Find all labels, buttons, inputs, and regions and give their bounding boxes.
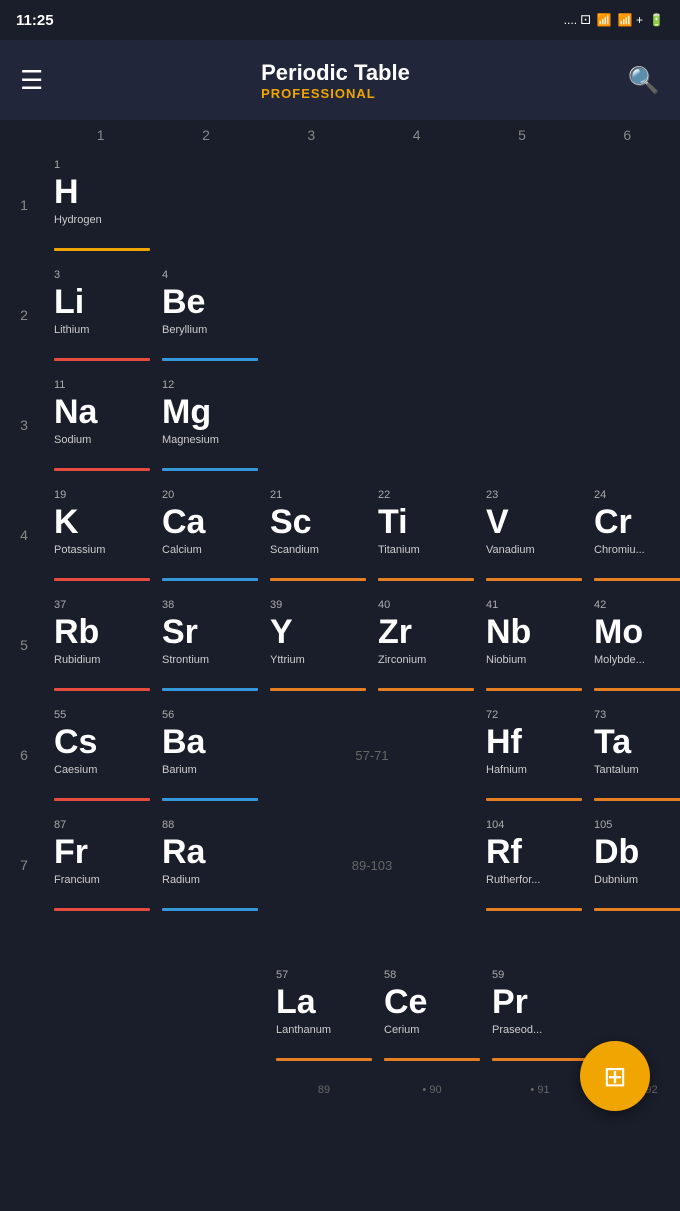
element-Na[interactable]: 11 Na Sodium	[48, 375, 156, 475]
element-Ca[interactable]: 20 Ca Calcium	[156, 485, 264, 585]
grid-icon: ⊞	[603, 1060, 626, 1093]
element-Ra[interactable]: 88 Ra Radium	[156, 815, 264, 915]
element-Hf[interactable]: 72 Hf Hafnium	[480, 705, 588, 805]
app-title: Periodic Table	[261, 60, 410, 86]
element-Nb[interactable]: 41 Nb Niobium	[480, 595, 588, 695]
fab-grid-button[interactable]: ⊞	[580, 1041, 650, 1111]
col-header-6: 6	[575, 127, 680, 143]
element-Rf[interactable]: 104 Rf Rutherfor...	[480, 815, 588, 915]
element-Ti[interactable]: 22 Ti Titanium	[372, 485, 480, 585]
element-Fr[interactable]: 87 Fr Francium	[48, 815, 156, 915]
element-Cr[interactable]: 24 Cr Chromiu...	[588, 485, 680, 585]
periodic-table-area: 1 2 3 4 5 6 1 1 H Hydrogen 2 3 Li Lithiu…	[0, 120, 680, 1211]
ac-col-91: • 91	[486, 1084, 594, 1096]
element-La[interactable]: 57 La Lanthanum	[270, 965, 378, 1065]
hamburger-icon[interactable]: ☰	[20, 65, 43, 96]
status-bar: 11:25 .... ⚀ 📶 📶 + 🔋	[0, 0, 680, 40]
element-Pr[interactable]: 59 Pr Praseod...	[486, 965, 594, 1065]
element-Y[interactable]: 39 Y Yttrium	[264, 595, 372, 695]
ac-col-89: 89	[270, 1084, 378, 1096]
element-Mg[interactable]: 12 Mg Magnesium	[156, 375, 264, 475]
period-row-5: 5 37 Rb Rubidium 38 Sr Strontium 39 Y Yt…	[0, 590, 680, 700]
col-header-5: 5	[469, 127, 574, 143]
lanthanide-gap-row6[interactable]: 57-71	[264, 705, 480, 805]
actinide-gap-row7[interactable]: 89-103	[264, 815, 480, 915]
spacer	[0, 920, 680, 950]
element-Cs[interactable]: 55 Cs Caesium	[48, 705, 156, 805]
status-icons: .... ⚀ 📶 📶 + 🔋	[564, 13, 664, 27]
col-header-3: 3	[259, 127, 364, 143]
element-Ba[interactable]: 56 Ba Barium	[156, 705, 264, 805]
app-subtitle: PROFESSIONAL	[261, 86, 376, 101]
element-Li[interactable]: 3 Li Lithium	[48, 265, 156, 365]
element-Sr[interactable]: 38 Sr Strontium	[156, 595, 264, 695]
period-row-4: 4 19 K Potassium 20 Ca Calcium 21 Sc Sca…	[0, 480, 680, 590]
period-label-3: 3	[0, 417, 48, 433]
period-row-2: 2 3 Li Lithium 4 Be Beryllium	[0, 260, 680, 370]
element-Ta[interactable]: 73 Ta Tantalum	[588, 705, 680, 805]
lanthanide-row: 57 La Lanthanum 58 Ce Cerium 59 Pr Prase…	[0, 960, 680, 1070]
app-title-area: Periodic Table PROFESSIONAL	[261, 60, 410, 101]
search-icon[interactable]: 🔍	[628, 65, 660, 96]
element-Zr[interactable]: 40 Zr Zirconium	[372, 595, 480, 695]
col-header-2: 2	[153, 127, 258, 143]
period-row-3: 3 11 Na Sodium 12 Mg Magnesium	[0, 370, 680, 480]
status-time: 11:25	[16, 12, 54, 29]
element-Rb[interactable]: 37 Rb Rubidium	[48, 595, 156, 695]
period-label-5: 5	[0, 637, 48, 653]
ac-col-90: • 90	[378, 1084, 486, 1096]
period-label-1: 1	[0, 197, 48, 213]
top-bar: ☰ Periodic Table PROFESSIONAL 🔍	[0, 40, 680, 120]
column-headers: 1 2 3 4 5 6	[0, 120, 680, 150]
element-Be[interactable]: 4 Be Beryllium	[156, 265, 264, 365]
element-Ce[interactable]: 58 Ce Cerium	[378, 965, 486, 1065]
period-label-4: 4	[0, 527, 48, 543]
period-label-2: 2	[0, 307, 48, 323]
element-Mo[interactable]: 42 Mo Molybde...	[588, 595, 680, 695]
period-row-1: 1 1 H Hydrogen	[0, 150, 680, 260]
element-H[interactable]: 1 H Hydrogen	[48, 155, 156, 255]
element-Db[interactable]: 105 Db Dubnium	[588, 815, 680, 915]
period-row-7: 7 87 Fr Francium 88 Ra Radium 89-103 104…	[0, 810, 680, 920]
element-K[interactable]: 19 K Potassium	[48, 485, 156, 585]
actinide-row: 89 • 90 • 91 • 92	[0, 1070, 680, 1110]
element-V[interactable]: 23 V Vanadium	[480, 485, 588, 585]
col-header-1: 1	[48, 127, 153, 143]
period-label-7: 7	[0, 857, 48, 873]
element-Sc[interactable]: 21 Sc Scandium	[264, 485, 372, 585]
period-row-6: 6 55 Cs Caesium 56 Ba Barium 57-71 72 Hf…	[0, 700, 680, 810]
period-label-6: 6	[0, 747, 48, 763]
col-header-4: 4	[364, 127, 469, 143]
